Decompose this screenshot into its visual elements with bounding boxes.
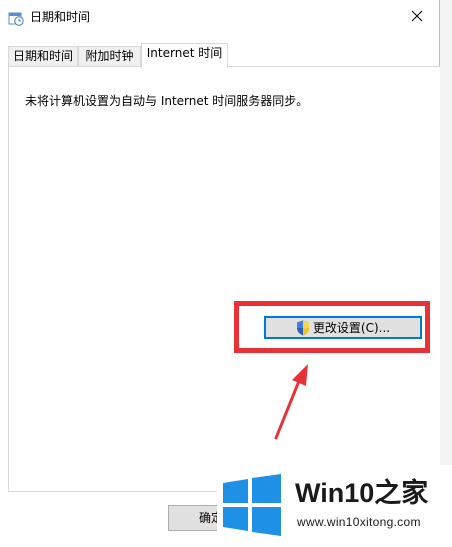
watermark-url: www.win10xitong.com bbox=[297, 515, 421, 529]
windows-logo-icon bbox=[223, 474, 281, 536]
tab-internet-time[interactable]: Internet 时间 bbox=[141, 43, 228, 68]
change-settings-button[interactable]: 更改设置(C)... bbox=[264, 316, 422, 339]
uac-shield-icon bbox=[296, 320, 309, 335]
watermark-title: Win10之家 bbox=[295, 478, 429, 508]
watermark: Win10之家 www.win10xitong.com bbox=[217, 465, 452, 547]
internet-time-panel: 未将计算机设置为自动与 Internet 时间服务器同步。 bbox=[8, 66, 440, 492]
date-time-icon bbox=[8, 12, 24, 26]
close-button[interactable] bbox=[394, 0, 440, 32]
change-settings-label: 更改设置(C)... bbox=[312, 321, 391, 335]
window-title: 日期和时间 bbox=[30, 10, 91, 24]
tab-additional-clocks[interactable]: 附加时钟 bbox=[78, 46, 141, 67]
title-bar[interactable]: 日期和时间 bbox=[0, 0, 440, 36]
sync-status-message: 未将计算机设置为自动与 Internet 时间服务器同步。 bbox=[25, 94, 309, 108]
close-icon bbox=[411, 10, 423, 22]
tab-date-time[interactable]: 日期和时间 bbox=[8, 46, 78, 67]
pointer-arrow bbox=[274, 364, 308, 440]
